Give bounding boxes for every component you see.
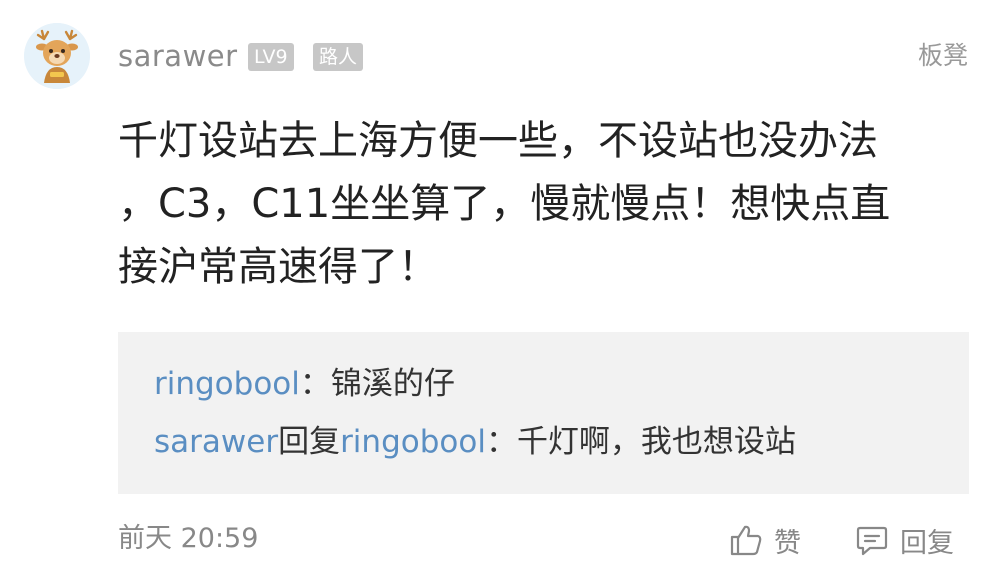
comment-line: 接沪常高速得了！ [118,244,438,290]
like-label: 赞 [774,527,801,559]
reply-separator: ： [485,424,517,460]
reply-button[interactable]: 回复 [854,520,954,560]
like-button[interactable]: 赞 [728,520,801,560]
title-badge: 路人 [313,43,364,71]
reply-label: 回复 [900,527,954,559]
reply-username[interactable]: ringobool [154,366,300,402]
reply-verb: 回复 [278,424,341,460]
thumbs-up-icon [730,525,762,556]
reply-item[interactable]: sarawer回复ringobool：千灯啊，我也想设站 [154,422,796,462]
reply-text: 千灯啊，我也想设站 [516,424,796,460]
comment-username[interactable]: sarawer [118,38,238,74]
avatar[interactable] [24,23,90,89]
reply-target-username[interactable]: ringobool [340,424,486,460]
reply-item[interactable]: ringobool：锦溪的仔 [154,364,455,404]
deer-avatar-icon [24,23,90,89]
comment-line: 千灯设站去上海方便一些，不设站也没办法 [118,118,878,164]
comment-line: ，C3，C11坐坐算了，慢就慢点！想快点直 [118,181,891,227]
comment-bubble-icon [856,526,888,556]
reply-box[interactable]: ringobool：锦溪的仔 sarawer回复ringobool：千灯啊，我也… [118,332,969,494]
comment-content: 千灯设站去上海方便一些，不设站也没办法 ，C3，C11坐坐算了，慢就慢点！想快点… [118,110,938,299]
floor-label: 板凳 [917,41,968,70]
level-badge: LV9 [248,43,294,71]
reply-username[interactable]: sarawer [154,424,278,460]
comment-time: 前天 20:59 [118,523,259,554]
reply-text: 锦溪的仔 [330,366,455,402]
reply-separator: ： [299,366,331,402]
